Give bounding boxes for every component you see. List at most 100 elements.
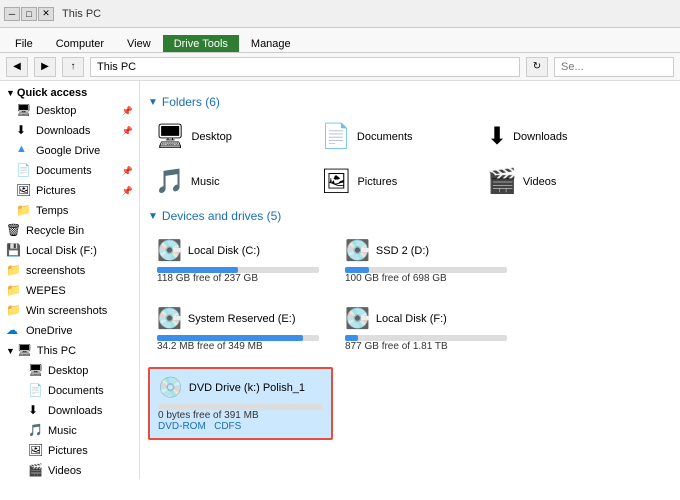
sidebar-quick-access-header[interactable]: ▼ Quick access — [0, 85, 139, 101]
main-layout: ▼ Quick access 🖥 Desktop 📌 ⬇ Downloads 📌… — [0, 81, 680, 479]
folder-documents-icon: 📄 — [321, 122, 351, 151]
back-button[interactable]: ◀ — [6, 57, 28, 77]
drive-d-top: 💽 SSD 2 (D:) — [345, 238, 507, 263]
sidebar-item-temps[interactable]: 📁 Temps — [0, 201, 139, 221]
sidebar-label-pictures: Pictures — [36, 185, 76, 197]
sidebar-label-documents2: Documents — [48, 385, 104, 397]
drive-k-free: 0 bytes free of 391 MB — [158, 410, 323, 421]
sidebar-item-pictures2[interactable]: 🖼 Pictures — [0, 441, 139, 461]
drive-ssd-d[interactable]: 💽 SSD 2 (D:) 100 GB free of 698 GB — [336, 231, 516, 291]
videos-icon: 🎬 — [28, 463, 44, 479]
folders-section-header[interactable]: ▼ Folders (6) — [148, 95, 672, 109]
drive-dvd-k[interactable]: 💿 DVD Drive (k:) Polish_1 0 bytes free o… — [148, 367, 333, 440]
sidebar-label-googledrive: Google Drive — [36, 145, 100, 157]
drive-c-name: Local Disk (C:) — [188, 245, 260, 257]
sidebar-item-documents2[interactable]: 📄 Documents — [0, 381, 139, 401]
sidebar-item-documents[interactable]: 📄 Documents 📌 — [0, 161, 139, 181]
sidebar-item-recycle[interactable]: 🗑 Recycle Bin — [0, 221, 139, 241]
pin-icon4: 📌 — [122, 186, 133, 197]
folder-pictures[interactable]: 🖼 Pictures — [314, 162, 474, 201]
close-button[interactable]: ✕ — [38, 7, 54, 21]
downloads2-icon: ⬇ — [28, 403, 44, 419]
sidebar-label-music: Music — [48, 425, 77, 437]
drive-local-c[interactable]: 💽 Local Disk (C:) 118 GB free of 237 GB — [148, 231, 328, 291]
sidebar-label-pictures2: Pictures — [48, 445, 88, 457]
drives-section-header[interactable]: ▼ Devices and drives (5) — [148, 209, 672, 223]
sidebar-item-pictures[interactable]: 🖼 Pictures 📌 — [0, 181, 139, 201]
sidebar-item-music[interactable]: 🎵 Music — [0, 421, 139, 441]
drive-local-f[interactable]: 💽 Local Disk (F:) 877 GB free of 1.81 TB — [336, 299, 516, 359]
drive-c-free: 118 GB free of 237 GB — [157, 273, 319, 284]
quick-access-label: Quick access — [17, 87, 87, 99]
tab-view[interactable]: View — [116, 35, 162, 52]
folder-desktop-label: Desktop — [191, 131, 231, 143]
sidebar-label-thispc: This PC — [37, 345, 76, 357]
drive-e-top: 💽 System Reserved (E:) — [157, 306, 319, 331]
sidebar-label-documents: Documents — [36, 165, 92, 177]
drive-c-icon: 💽 — [157, 238, 182, 263]
title-bar: ─ □ ✕ This PC — [0, 0, 680, 28]
folders-grid: 🖥 Desktop 📄 Documents ⬇ Downloads 🎵 Musi… — [148, 117, 672, 201]
drive-d-icon: 💽 — [345, 238, 370, 263]
music-icon: 🎵 — [28, 423, 44, 439]
pin-icon: 📌 — [122, 106, 133, 117]
sidebar-item-localf[interactable]: 💾 Local Disk (F:) — [0, 241, 139, 261]
refresh-button[interactable]: ↻ — [526, 57, 548, 77]
folder-downloads-label: Downloads — [513, 131, 567, 143]
tab-drive-tools[interactable]: Drive Tools — [163, 35, 239, 52]
forward-button[interactable]: ▶ — [34, 57, 56, 77]
sidebar-item-screenshots[interactable]: 📁 screenshots — [0, 261, 139, 281]
recycle-icon: 🗑 — [6, 223, 22, 239]
search-input[interactable] — [554, 57, 674, 77]
pictures2-icon: 🖼 — [28, 443, 44, 459]
drive-k-icon: 💿 — [158, 375, 183, 400]
screenshots-icon: 📁 — [6, 263, 22, 279]
sidebar-item-onedrive[interactable]: ☁ OneDrive — [0, 321, 139, 341]
sidebar-label-winss: Win screenshots — [26, 305, 107, 317]
drive-f-icon: 💽 — [345, 306, 370, 331]
sidebar-label-onedrive: OneDrive — [26, 325, 72, 337]
sidebar-item-googledrive[interactable]: ▲ Google Drive — [0, 141, 139, 161]
folder-pictures-icon: 🖼 — [321, 167, 351, 196]
title-text: This PC — [62, 8, 101, 20]
folder-music-icon: 🎵 — [155, 167, 185, 196]
localf-icon: 💾 — [6, 243, 22, 259]
downloads-icon: ⬇ — [16, 123, 32, 139]
minimize-button[interactable]: ─ — [4, 7, 20, 21]
wepes-icon: 📁 — [6, 283, 22, 299]
folder-documents[interactable]: 📄 Documents — [314, 117, 474, 156]
sidebar-item-desktop2[interactable]: 🖥 Desktop — [0, 361, 139, 381]
tab-file[interactable]: File — [4, 35, 44, 52]
sidebar-item-wepes[interactable]: 📁 WEPES — [0, 281, 139, 301]
folder-videos-icon: 🎬 — [487, 167, 517, 196]
folder-downloads-icon: ⬇ — [487, 122, 507, 151]
folder-music-label: Music — [191, 176, 220, 188]
documents-icon: 📄 — [16, 163, 32, 179]
sidebar: ▼ Quick access 🖥 Desktop 📌 ⬇ Downloads 📌… — [0, 81, 140, 479]
address-input[interactable] — [90, 57, 520, 77]
folder-desktop[interactable]: 🖥 Desktop — [148, 117, 308, 156]
sidebar-item-downloads[interactable]: ⬇ Downloads 📌 — [0, 121, 139, 141]
drive-sys-e[interactable]: 💽 System Reserved (E:) 34.2 MB free of 3… — [148, 299, 328, 359]
drive-e-icon: 💽 — [157, 306, 182, 331]
folder-documents-label: Documents — [357, 131, 413, 143]
sidebar-item-thispc[interactable]: ▼ 🖥 This PC — [0, 341, 139, 361]
up-button[interactable]: ↑ — [62, 57, 84, 77]
folder-downloads[interactable]: ⬇ Downloads — [480, 117, 640, 156]
sidebar-item-winss[interactable]: 📁 Win screenshots — [0, 301, 139, 321]
drive-e-name: System Reserved (E:) — [188, 313, 296, 325]
folder-pictures-label: Pictures — [357, 176, 397, 188]
folder-music[interactable]: 🎵 Music — [148, 162, 308, 201]
sidebar-item-desktop[interactable]: 🖥 Desktop 📌 — [0, 101, 139, 121]
folder-videos-label: Videos — [523, 176, 556, 188]
sidebar-item-downloads2[interactable]: ⬇ Downloads — [0, 401, 139, 421]
maximize-button[interactable]: □ — [21, 7, 37, 21]
title-bar-controls[interactable]: ─ □ ✕ — [4, 7, 54, 21]
ribbon-tabs: File Computer View Drive Tools Manage — [0, 28, 680, 52]
sidebar-label-videos: Videos — [48, 465, 81, 477]
folder-videos[interactable]: 🎬 Videos — [480, 162, 640, 201]
tab-manage[interactable]: Manage — [240, 35, 302, 52]
ribbon: File Computer View Drive Tools Manage — [0, 28, 680, 53]
tab-computer[interactable]: Computer — [45, 35, 115, 52]
sidebar-item-videos[interactable]: 🎬 Videos — [0, 461, 139, 479]
